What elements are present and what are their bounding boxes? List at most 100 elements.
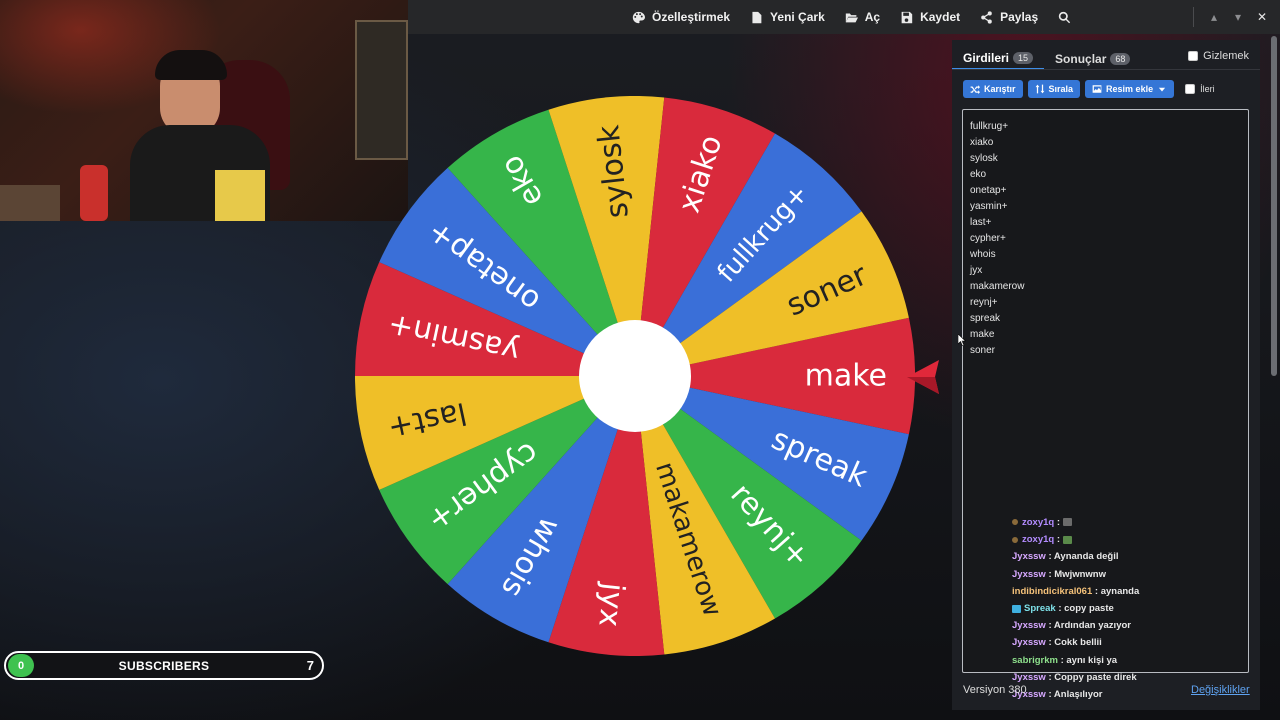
entry-item[interactable]: whois bbox=[970, 247, 1248, 263]
chat-text: Ardından yazıyor bbox=[1053, 620, 1131, 632]
share-label: Paylaş bbox=[1000, 10, 1039, 24]
entry-item[interactable]: xiako bbox=[970, 135, 1248, 151]
open-button[interactable]: Aç bbox=[845, 10, 880, 24]
entry-item[interactable]: jyx bbox=[970, 263, 1248, 279]
shuffle-icon bbox=[970, 85, 980, 94]
save-button[interactable]: Kaydet bbox=[900, 10, 960, 24]
advanced-checkbox[interactable]: İleri bbox=[1185, 84, 1215, 94]
entry-item[interactable]: eko bbox=[970, 167, 1248, 183]
entry-item[interactable]: last+ bbox=[970, 215, 1248, 231]
new-wheel-label: Yeni Çark bbox=[770, 10, 825, 24]
chat-badge-icon bbox=[1012, 519, 1018, 526]
entry-item[interactable]: yasmin+ bbox=[970, 199, 1248, 215]
wheel-svg[interactable]: makespreakreynj+makamerowjyxwhoiscypher+… bbox=[355, 96, 915, 656]
chat-message: Jyxssw : Cokk bellii bbox=[1012, 634, 1212, 651]
chat-text: Cokk bellii bbox=[1054, 637, 1102, 649]
chat-username: sabrigrkm bbox=[1012, 654, 1058, 666]
sort-button[interactable]: Sırala bbox=[1027, 80, 1081, 98]
chat-message: Jyxssw : Anlaşılıyor bbox=[1012, 686, 1212, 703]
spin-wheel[interactable]: make spreak reynj+ makamerow jyx whois cypher+… bbox=[355, 96, 915, 656]
chat-text: aynanda bbox=[1100, 585, 1140, 597]
image-icon bbox=[1092, 85, 1102, 93]
chat-message: Spreak : copy paste bbox=[1012, 600, 1212, 617]
entry-actions: Karıştır Sırala Resim ekle İleri bbox=[963, 80, 1215, 98]
tab-results-label: Sonuçlar bbox=[1055, 52, 1107, 66]
hide-checkbox-box[interactable] bbox=[1188, 51, 1199, 61]
share-icon bbox=[981, 10, 992, 24]
chat-message: Jyxssw : Mwjwnwnw bbox=[1012, 566, 1212, 583]
chat-username: zoxy1q bbox=[1022, 534, 1055, 546]
panel-tabs: Girdileri 15 Sonuçlar 68 bbox=[952, 48, 1141, 70]
tab-entries[interactable]: Girdileri 15 bbox=[952, 48, 1045, 70]
chat-emote-icon bbox=[1062, 535, 1072, 544]
open-label: Aç bbox=[864, 10, 881, 24]
chat-username: Jyxssw bbox=[1012, 551, 1046, 563]
customize-label: Özelleştirmek bbox=[652, 10, 731, 24]
add-image-button[interactable]: Resim ekle bbox=[1085, 80, 1175, 98]
chat-username: Jyxssw bbox=[1012, 637, 1046, 649]
chat-text: Mwjwnwnw bbox=[1054, 568, 1106, 580]
chat-emote-icon bbox=[1062, 518, 1072, 527]
webcam-overlay bbox=[0, 0, 408, 221]
chat-message: Jyxssw : Coppy paste direk bbox=[1012, 669, 1212, 686]
window-controls-divider bbox=[1193, 7, 1194, 27]
chevron-down-icon[interactable]: ▾ bbox=[1226, 10, 1250, 24]
chat-message: zoxy1q : bbox=[1012, 514, 1212, 531]
chat-message: Jyxssw : Ardından yazıyor bbox=[1012, 617, 1212, 634]
top-toolbar: Özelleştirmek Yeni Çark Aç Kaydet Paylaş… bbox=[408, 0, 1280, 34]
entry-item[interactable]: soner bbox=[970, 343, 1248, 359]
chat-separator: : bbox=[1045, 568, 1055, 580]
chat-separator: : bbox=[1045, 637, 1055, 649]
chat-separator: : bbox=[1045, 551, 1054, 563]
search-icon bbox=[1058, 11, 1071, 23]
subscriber-goal-bar: 0 SUBSCRIBERS 7 bbox=[4, 651, 324, 680]
chat-overlay: zoxy1q : zoxy1q : Jyxssw : Aynanda değil… bbox=[1012, 514, 1212, 703]
changes-link[interactable]: Değişiklikler bbox=[1191, 684, 1250, 696]
entry-item[interactable]: sylosk bbox=[970, 151, 1248, 167]
hide-label: Gizlemek bbox=[1203, 50, 1249, 62]
file-icon bbox=[752, 11, 762, 23]
chat-separator: : bbox=[1055, 603, 1065, 615]
sort-icon bbox=[1035, 84, 1044, 94]
chat-message: zoxy1q : bbox=[1012, 531, 1212, 548]
results-count-badge: 68 bbox=[1110, 53, 1131, 65]
new-wheel-button[interactable]: Yeni Çark bbox=[750, 10, 825, 24]
chat-username: Spreak bbox=[1024, 603, 1056, 615]
hide-checkbox[interactable]: Gizlemek bbox=[1188, 50, 1249, 62]
chat-message: Jyxssw : Aynanda değil bbox=[1012, 548, 1212, 565]
wheel-center-hub[interactable] bbox=[579, 320, 691, 432]
entry-item[interactable]: onetap+ bbox=[970, 183, 1248, 199]
save-label: Kaydet bbox=[920, 10, 961, 24]
shuffle-button[interactable]: Karıştır bbox=[963, 80, 1023, 98]
close-icon[interactable]: ✕ bbox=[1250, 10, 1274, 24]
shuffle-label: Karıştır bbox=[984, 84, 1016, 94]
entry-item[interactable]: make bbox=[970, 327, 1248, 343]
chat-separator: : bbox=[1054, 517, 1063, 528]
entry-item[interactable]: reynj+ bbox=[970, 295, 1248, 311]
chevron-up-icon[interactable]: ▴ bbox=[1202, 10, 1226, 24]
subscriber-label: SUBSCRIBERS bbox=[118, 658, 210, 673]
chat-separator: : bbox=[1092, 585, 1101, 597]
tab-divider bbox=[952, 69, 1260, 70]
chat-text: Aynanda değil bbox=[1053, 551, 1119, 563]
caret-down-icon bbox=[1158, 87, 1166, 92]
sort-label: Sırala bbox=[1048, 84, 1074, 94]
advanced-checkbox-box[interactable] bbox=[1185, 84, 1196, 94]
share-button[interactable]: Paylaş bbox=[980, 10, 1038, 24]
chat-separator: : bbox=[1045, 620, 1054, 632]
subscriber-goal: 7 bbox=[306, 658, 314, 673]
chat-text: Coppy paste direk bbox=[1054, 671, 1137, 683]
entry-item[interactable]: makamerow bbox=[970, 279, 1248, 295]
search-button[interactable] bbox=[1058, 11, 1071, 24]
entry-item[interactable]: spreak bbox=[970, 311, 1248, 327]
chat-separator: : bbox=[1045, 671, 1055, 683]
folder-open-icon bbox=[845, 12, 858, 22]
page-scrollbar[interactable] bbox=[1271, 36, 1277, 376]
entry-item[interactable]: fullkrug+ bbox=[970, 119, 1248, 135]
chat-message: sabrigrkm : aynı kişi ya bbox=[1012, 652, 1212, 669]
entry-item[interactable]: cypher+ bbox=[970, 231, 1248, 247]
entries-count-badge: 15 bbox=[1013, 52, 1034, 64]
customize-button[interactable]: Özelleştirmek bbox=[632, 10, 730, 24]
tab-results[interactable]: Sonuçlar 68 bbox=[1044, 48, 1141, 70]
chat-badge-icon bbox=[1012, 604, 1021, 613]
